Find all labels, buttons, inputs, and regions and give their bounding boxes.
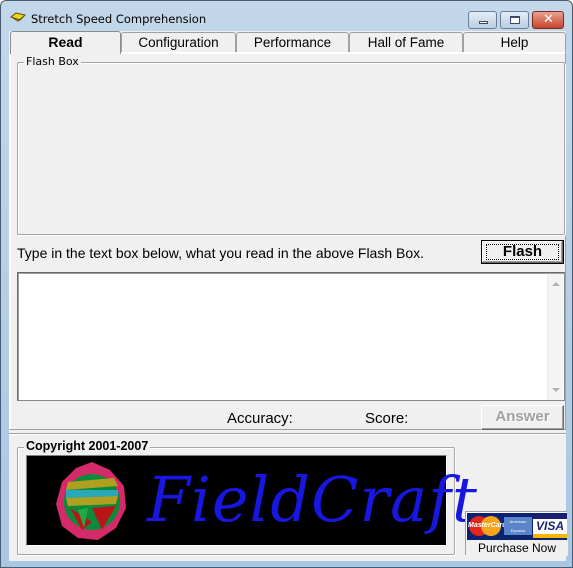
answer-input[interactable] (20, 275, 546, 399)
app-window: Stretch Speed Comprehension ✕ Read Confi… (0, 0, 573, 568)
maximize-button[interactable] (500, 11, 529, 29)
tab-performance[interactable]: Performance (236, 32, 349, 52)
amex-icon: American Express (504, 517, 532, 535)
visa-icon: VISA (533, 515, 567, 538)
tab-configuration[interactable]: Configuration (121, 32, 236, 52)
minimize-button[interactable] (468, 11, 497, 29)
window-title: Stretch Speed Comprehension (31, 12, 207, 26)
accuracy-label: Accuracy: (227, 410, 293, 427)
flash-box: Flash Box (17, 55, 565, 235)
open-book-icon (10, 12, 26, 22)
flash-button[interactable]: Flash (481, 240, 564, 264)
logo-text: FieldCraft (147, 463, 478, 536)
fieldcraft-logo[interactable]: FieldCraft (26, 455, 477, 546)
purchase-now-button[interactable]: MasterCard American Express VISA Purchas… (465, 511, 568, 556)
answer-button-label: Answer (495, 408, 550, 425)
close-button[interactable]: ✕ (532, 11, 564, 29)
vertical-scrollbar[interactable] (547, 274, 563, 400)
separator (9, 433, 566, 435)
score-label: Score: (365, 410, 409, 427)
scroll-up-arrow-icon[interactable] (552, 282, 560, 286)
tab-label: Performance (253, 35, 332, 50)
purchase-now-label: Purchase Now (466, 540, 568, 556)
tab-label: Help (500, 35, 529, 50)
credit-cards-banner: MasterCard American Express VISA (467, 513, 567, 540)
title-bar[interactable]: Stretch Speed Comprehension ✕ (1, 1, 572, 31)
tab-help[interactable]: Help (463, 32, 566, 52)
tab-hall-of-fame[interactable]: Hall of Fame (349, 32, 463, 52)
minimize-icon (479, 21, 488, 24)
client-area: Read Configuration Performance Hall of F… (9, 31, 568, 561)
flash-box-label: Flash Box (24, 55, 81, 68)
tab-label: Read (48, 34, 83, 50)
tab-read[interactable]: Read (10, 31, 121, 54)
close-icon: ✕ (543, 12, 554, 27)
tab-label: Configuration (138, 35, 219, 50)
answer-text-box[interactable] (17, 272, 565, 401)
instruction-text: Type in the text box below, what you rea… (17, 245, 425, 261)
scroll-down-arrow-icon[interactable] (552, 388, 560, 392)
copyright-label: Copyright 2001-2007 (24, 439, 151, 453)
mastercard-label: MasterCard (468, 522, 507, 529)
focus-rectangle (486, 244, 559, 260)
tab-label: Hall of Fame (367, 35, 445, 50)
maximize-icon (510, 16, 520, 24)
fieldcraft-emblem-icon (56, 462, 126, 540)
answer-button[interactable]: Answer (481, 405, 564, 430)
